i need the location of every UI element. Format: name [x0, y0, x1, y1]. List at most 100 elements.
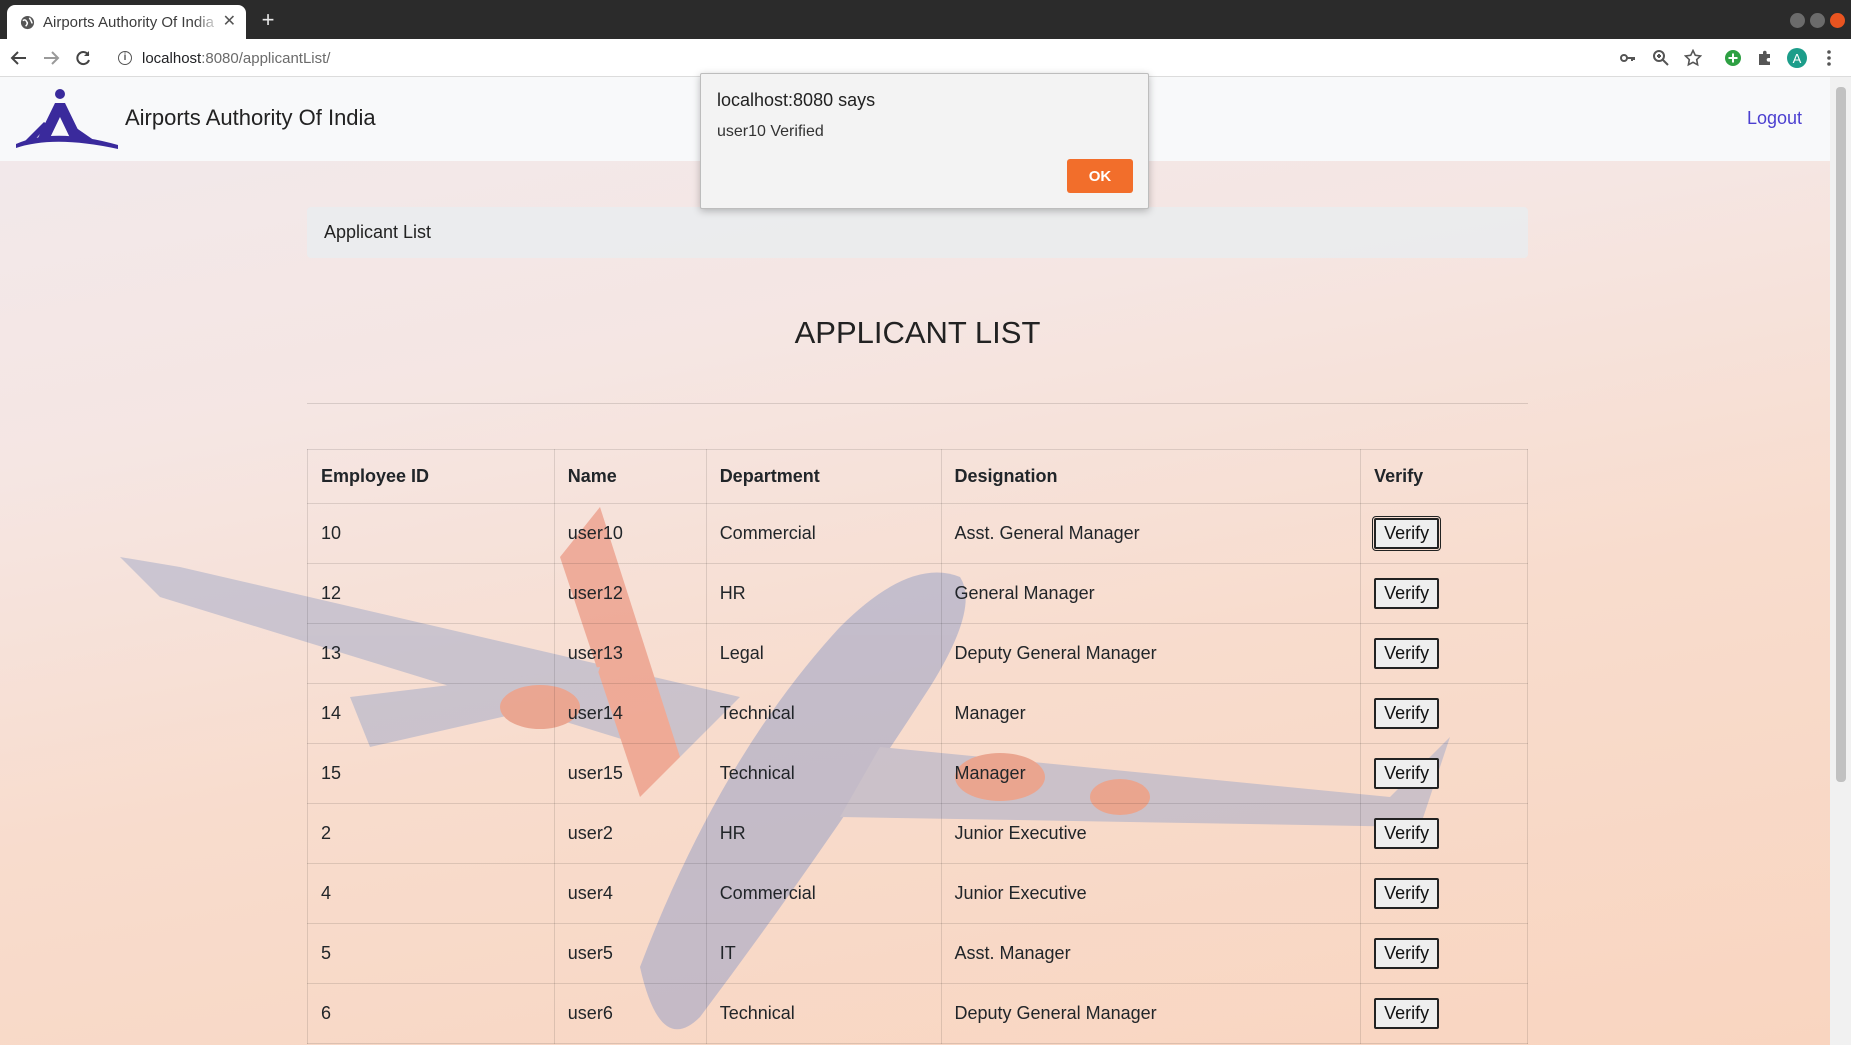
cell-employee-id: 13 — [307, 623, 555, 684]
cell-name: user13 — [553, 623, 707, 684]
cell-name: user6 — [553, 983, 707, 1044]
column-header-name: Name — [553, 449, 707, 504]
cell-employee-id: 6 — [307, 983, 555, 1044]
cell-verify: Verify — [1360, 623, 1528, 684]
aai-logo[interactable] — [14, 87, 120, 149]
verify-button[interactable]: Verify — [1374, 638, 1440, 669]
cell-employee-id: 12 — [307, 563, 555, 624]
maximize-window-button[interactable] — [1810, 13, 1825, 28]
profile-initial: A — [1792, 50, 1802, 66]
cell-name: user14 — [553, 683, 707, 744]
cell-verify: Verify — [1360, 503, 1528, 564]
cell-department: Commercial — [705, 863, 942, 924]
key-icon[interactable] — [1617, 47, 1639, 69]
cell-name: user5 — [553, 923, 707, 984]
cell-verify: Verify — [1360, 923, 1528, 984]
logout-link[interactable]: Logout — [1747, 108, 1802, 129]
cell-name: user2 — [553, 803, 707, 864]
cell-employee-id: 2 — [307, 803, 555, 864]
verify-button[interactable]: Verify — [1374, 938, 1440, 969]
breadcrumb: Applicant List — [307, 207, 1528, 258]
column-header-employee-id: Employee ID — [307, 449, 555, 504]
new-tab-button[interactable]: + — [256, 9, 280, 33]
alert-message: user10 Verified — [717, 123, 824, 140]
table-row: 2 user2 HR Junior Executive Verify — [307, 803, 1528, 864]
table-row: 13 user13 Legal Deputy General Manager V… — [307, 623, 1528, 684]
table-row: 6 user6 Technical Deputy General Manager… — [307, 983, 1528, 1044]
cell-designation: Asst. General Manager — [940, 503, 1362, 564]
page-viewport: Airports Authority Of India Logout Appli… — [0, 77, 1851, 1045]
verify-button[interactable]: Verify — [1374, 698, 1440, 729]
cell-department: HR — [705, 803, 942, 864]
cell-verify: Verify — [1360, 863, 1528, 924]
cell-employee-id: 5 — [307, 923, 555, 984]
browser-menu-icon[interactable] — [1818, 47, 1840, 69]
cell-employee-id: 10 — [307, 503, 555, 564]
table-row: 12 user12 HR General Manager Verify — [307, 563, 1528, 624]
verify-button[interactable]: Verify — [1374, 578, 1440, 609]
reload-icon[interactable] — [70, 45, 96, 71]
table-row: 10 user10 Commercial Asst. General Manag… — [307, 503, 1528, 564]
verify-button[interactable]: Verify — [1374, 878, 1440, 909]
close-window-button[interactable] — [1830, 13, 1845, 28]
extension-add-icon[interactable] — [1722, 47, 1744, 69]
cell-department: Technical — [705, 683, 942, 744]
cell-designation: Deputy General Manager — [940, 623, 1362, 684]
close-icon[interactable]: ✕ — [223, 14, 236, 30]
cell-employee-id: 4 — [307, 863, 555, 924]
minimize-window-button[interactable] — [1790, 13, 1805, 28]
address-bar[interactable]: i localhost:8080/applicantList/ — [108, 43, 1718, 73]
site-brand[interactable]: Airports Authority Of India — [125, 105, 376, 131]
cell-department: HR — [705, 563, 942, 624]
alert-ok-button[interactable]: OK — [1067, 159, 1133, 193]
cell-department: Technical — [705, 983, 942, 1044]
site-info-icon[interactable]: i — [118, 51, 132, 65]
extensions-puzzle-icon[interactable] — [1754, 47, 1776, 69]
cell-verify: Verify — [1360, 983, 1528, 1044]
divider — [307, 403, 1528, 404]
browser-toolbar: i localhost:8080/applicantList/ A — [0, 39, 1851, 77]
cell-verify: Verify — [1360, 563, 1528, 624]
cell-designation: Manager — [940, 743, 1362, 804]
page-title: APPLICANT LIST — [794, 315, 1041, 350]
cell-employee-id: 14 — [307, 683, 555, 744]
verify-button[interactable]: Verify — [1374, 758, 1440, 789]
verify-button[interactable]: Verify — [1374, 998, 1440, 1029]
table-header-row: Employee ID Name Department Designation … — [307, 449, 1528, 504]
url-text: localhost:8080/applicantList/ — [142, 49, 331, 67]
cell-department: Legal — [705, 623, 942, 684]
profile-avatar[interactable]: A — [1786, 47, 1808, 69]
column-header-verify: Verify — [1360, 449, 1528, 504]
scrollbar-thumb[interactable] — [1836, 87, 1846, 782]
cell-designation: Manager — [940, 683, 1362, 744]
cell-department: Commercial — [705, 503, 942, 564]
cell-name: user10 — [553, 503, 707, 564]
cell-department: Technical — [705, 743, 942, 804]
globe-icon — [19, 14, 35, 30]
alert-dialog: localhost:8080 says user10 Verified OK — [700, 73, 1149, 209]
column-header-department: Department — [705, 449, 942, 504]
applicant-table: Employee ID Name Department Designation … — [307, 449, 1528, 1044]
table-row: 14 user14 Technical Manager Verify — [307, 683, 1528, 744]
back-icon[interactable] — [6, 45, 32, 71]
cell-name: user12 — [553, 563, 707, 624]
cell-department: IT — [705, 923, 942, 984]
cell-name: user4 — [553, 863, 707, 924]
table-row: 5 user5 IT Asst. Manager Verify — [307, 923, 1528, 984]
bookmark-star-icon[interactable] — [1682, 47, 1704, 69]
table-row: 15 user15 Technical Manager Verify — [307, 743, 1528, 804]
cell-verify: Verify — [1360, 803, 1528, 864]
zoom-icon[interactable] — [1650, 47, 1672, 69]
cell-verify: Verify — [1360, 743, 1528, 804]
cell-designation: General Manager — [940, 563, 1362, 624]
browser-tab[interactable]: Airports Authority Of India ✕ — [7, 5, 246, 39]
verify-button[interactable]: Verify — [1372, 516, 1442, 551]
verify-button[interactable]: Verify — [1374, 818, 1440, 849]
tab-title: Airports Authority Of India — [43, 13, 214, 31]
alert-title: localhost:8080 says — [717, 90, 876, 110]
cell-designation: Junior Executive — [940, 803, 1362, 864]
breadcrumb-item: Applicant List — [324, 222, 432, 242]
cell-name: user15 — [553, 743, 707, 804]
forward-icon[interactable] — [38, 45, 64, 71]
column-header-designation: Designation — [940, 449, 1362, 504]
